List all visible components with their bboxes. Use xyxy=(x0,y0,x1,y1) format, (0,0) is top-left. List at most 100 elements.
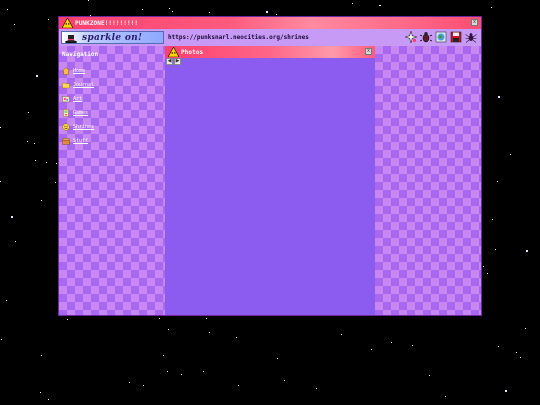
star xyxy=(181,374,182,375)
photos-title: Photos xyxy=(181,48,204,56)
star xyxy=(498,96,500,98)
window-close-button[interactable]: x xyxy=(471,19,478,26)
star xyxy=(27,141,28,142)
star xyxy=(495,249,496,250)
star xyxy=(41,200,42,201)
sidebar-item-label: Home xyxy=(73,68,86,74)
sidebar-item-label: Shrines xyxy=(73,124,95,130)
star xyxy=(520,357,521,358)
star xyxy=(56,163,57,164)
star xyxy=(172,11,173,12)
star xyxy=(90,15,91,16)
star xyxy=(429,375,430,376)
bug-icon[interactable] xyxy=(420,31,432,43)
star xyxy=(209,12,210,13)
smiley-logo-icon xyxy=(168,47,179,57)
star xyxy=(7,9,8,10)
star xyxy=(379,5,380,6)
star xyxy=(143,385,144,386)
star xyxy=(497,181,498,182)
photos-nav: ◀ ▶ xyxy=(166,58,181,65)
star xyxy=(266,11,268,13)
star xyxy=(341,334,342,335)
sidebar-item-games[interactable]: Games xyxy=(62,108,88,118)
star xyxy=(167,371,168,372)
star xyxy=(498,346,499,347)
shrines-icon xyxy=(62,123,70,131)
star xyxy=(276,14,277,15)
star xyxy=(510,154,511,155)
star xyxy=(46,162,47,163)
toolbar: sparkle on! https://punksnarl.neocities.… xyxy=(59,29,481,46)
star xyxy=(284,380,285,381)
star xyxy=(203,371,204,372)
star xyxy=(11,216,13,218)
sidebar-item-stuff[interactable]: Stuff xyxy=(62,136,88,146)
star xyxy=(316,388,317,389)
star xyxy=(1,339,2,340)
star xyxy=(28,112,29,113)
star xyxy=(168,329,169,330)
star xyxy=(492,219,493,220)
star xyxy=(526,250,528,252)
star xyxy=(142,9,143,10)
star xyxy=(491,7,492,8)
sidebar-item-journal[interactable]: Journal xyxy=(62,80,94,90)
forward-button[interactable]: ▶ xyxy=(174,58,181,65)
star xyxy=(34,143,35,144)
star xyxy=(0,181,1,182)
star xyxy=(505,390,507,392)
toolbar-icons xyxy=(405,31,477,43)
sidebar-item-label: Games xyxy=(73,110,89,116)
star xyxy=(14,24,15,25)
star xyxy=(0,127,1,128)
star xyxy=(277,358,278,359)
stuff-icon xyxy=(62,138,70,145)
floppy-disk-icon[interactable] xyxy=(450,31,462,43)
star xyxy=(481,229,482,230)
star xyxy=(209,332,210,333)
star xyxy=(445,396,446,397)
back-button[interactable]: ◀ xyxy=(166,58,173,65)
star xyxy=(169,8,170,9)
star xyxy=(391,342,392,343)
star xyxy=(525,328,526,329)
photos-window: Photos x ◀ ▶ xyxy=(165,46,375,315)
star xyxy=(129,382,130,383)
star xyxy=(67,319,68,320)
star xyxy=(88,0,89,1)
globe-icon[interactable] xyxy=(435,31,447,43)
star xyxy=(41,355,42,356)
hat-icon xyxy=(65,35,77,43)
spider-icon[interactable] xyxy=(465,31,477,43)
checkered-panel xyxy=(375,46,481,315)
star xyxy=(6,300,7,301)
sparkle-icon[interactable] xyxy=(405,31,417,43)
sidebar-item-label: Art xyxy=(73,96,83,102)
art-icon xyxy=(62,96,70,103)
window-title: PUNKZONE!!!!!!!!! xyxy=(75,19,139,27)
photos-titlebar[interactable]: Photos x xyxy=(165,46,375,58)
sidebar-item-art[interactable]: Art xyxy=(62,94,82,104)
star xyxy=(48,399,49,400)
star xyxy=(40,392,41,393)
star xyxy=(371,349,372,350)
sidebar-item-home[interactable]: Home xyxy=(62,66,85,76)
smiley-logo-icon xyxy=(62,18,73,28)
star xyxy=(163,355,164,356)
star xyxy=(48,19,49,20)
window-titlebar[interactable]: PUNKZONE!!!!!!!!! x xyxy=(59,17,481,29)
home-icon xyxy=(62,67,70,75)
star xyxy=(35,160,36,161)
star xyxy=(36,75,38,77)
sidebar: Navigation Home Journal Art Games Shrine… xyxy=(59,46,165,315)
url-bar[interactable]: https://punksnarl.neocities.org/shrines xyxy=(166,32,403,43)
star xyxy=(206,318,207,319)
sidebar-item-shrines[interactable]: Shrines xyxy=(62,122,94,132)
photos-close-button[interactable]: x xyxy=(365,48,372,55)
games-icon xyxy=(63,109,69,117)
star xyxy=(412,345,413,346)
star xyxy=(55,182,56,183)
star xyxy=(483,266,484,267)
star xyxy=(352,3,353,4)
